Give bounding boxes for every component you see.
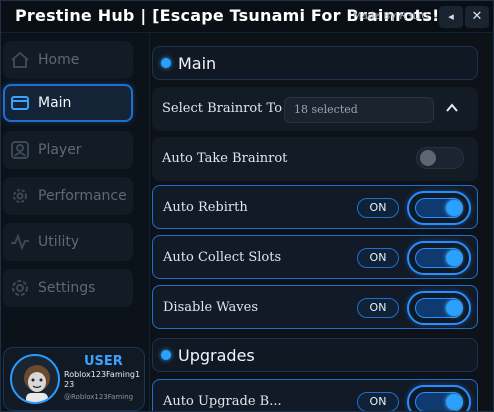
sidebar-item-label: Main [38,95,72,111]
toggle-label: Disable Waves [163,300,258,315]
sidebar-item-player[interactable]: Player [3,131,133,169]
toggle-track [415,392,463,411]
sidebar-item-main[interactable]: Main [3,84,133,122]
section-title: Main [178,54,217,73]
user-card: USER Roblox123Faming123 @Roblox123Faming [3,347,145,411]
toggle-track [415,298,463,318]
brainrot-dropdown[interactable]: 18 selected [284,97,434,123]
sidebar-item-label: Home [38,52,80,68]
sidebar-item-label: Performance [38,188,127,204]
title-bar[interactable]: Prestine Hub | [Escape Tsunami For Brain… [1,1,493,33]
avatar-figure-icon [24,365,50,402]
minimize-button[interactable]: ◂ [439,6,463,28]
toggle-label: Auto Upgrade B... [163,394,282,409]
disable-waves-toggle[interactable] [407,291,471,325]
section-header-main: Main [152,46,478,80]
sidebar-item-home[interactable]: Home [3,41,133,79]
user-title: USER [84,354,123,369]
toggle-knob [446,250,462,266]
toggle-label: Auto Collect Slots [163,250,282,265]
avatar [10,354,60,404]
toggle-label: Auto Rebirth [163,200,248,215]
auto-collect-slots-row: Auto Collect Slots ON [152,235,478,279]
main-content: Main Select Brainrot To Take 18 selected… [149,33,493,411]
toggle-label: Auto Take Brainrot [162,151,288,166]
user-display-name: Roblox123Faming123 [64,370,141,389]
disable-waves-row: Disable Waves ON [152,285,478,329]
toggle-track [415,198,463,218]
close-button[interactable]: ✕ [465,6,489,28]
toggle-track [415,248,463,268]
sidebar-item-utility[interactable]: Utility [3,223,133,261]
brainrot-dropdown-row[interactable]: Select Brainrot To Take 18 selected [152,87,478,131]
made-by-label: Made By R3LIG [353,11,429,22]
gear-icon [13,189,27,203]
section-title: Upgrades [178,346,255,365]
auto-collect-slots-toggle[interactable] [407,241,471,275]
toggle-knob [446,394,462,410]
sidebar: Home Main Player Performance Utility Set… [1,33,147,411]
hub-window: Prestine Hub | [Escape Tsunami For Brain… [0,0,494,412]
auto-take-brainrot-row: Auto Take Brainrot [152,137,478,181]
auto-upgrade-row: Auto Upgrade B... ON [152,379,478,411]
status-badge: ON [357,198,399,218]
settings-icon [12,280,28,296]
section-dot-icon [161,350,171,360]
sidebar-item-settings[interactable]: Settings [3,269,133,307]
status-badge: ON [357,298,399,318]
toggle-knob [420,150,436,166]
auto-take-brainrot-toggle[interactable] [416,147,464,169]
main-window-icon [11,96,29,110]
home-icon [11,51,29,68]
auto-rebirth-row: Auto Rebirth ON [152,185,478,229]
section-dot-icon [161,58,171,68]
toggle-knob [446,300,462,316]
status-badge: ON [357,248,399,268]
section-header-upgrades: Upgrades [152,338,478,372]
sidebar-item-performance[interactable]: Performance [3,177,133,215]
sidebar-item-label: Settings [38,280,96,296]
sidebar-item-label: Player [38,142,82,158]
sidebar-item-label: Utility [38,234,80,250]
auto-rebirth-toggle[interactable] [407,191,471,225]
pulse-icon [11,233,29,251]
chevron-up-icon[interactable] [445,101,459,115]
dropdown-value: 18 selected [294,103,358,116]
player-icon [11,141,29,159]
auto-upgrade-toggle[interactable] [407,385,471,411]
status-badge: ON [357,392,399,411]
user-handle: @Roblox123Faming [64,393,134,401]
toggle-knob [446,200,462,216]
